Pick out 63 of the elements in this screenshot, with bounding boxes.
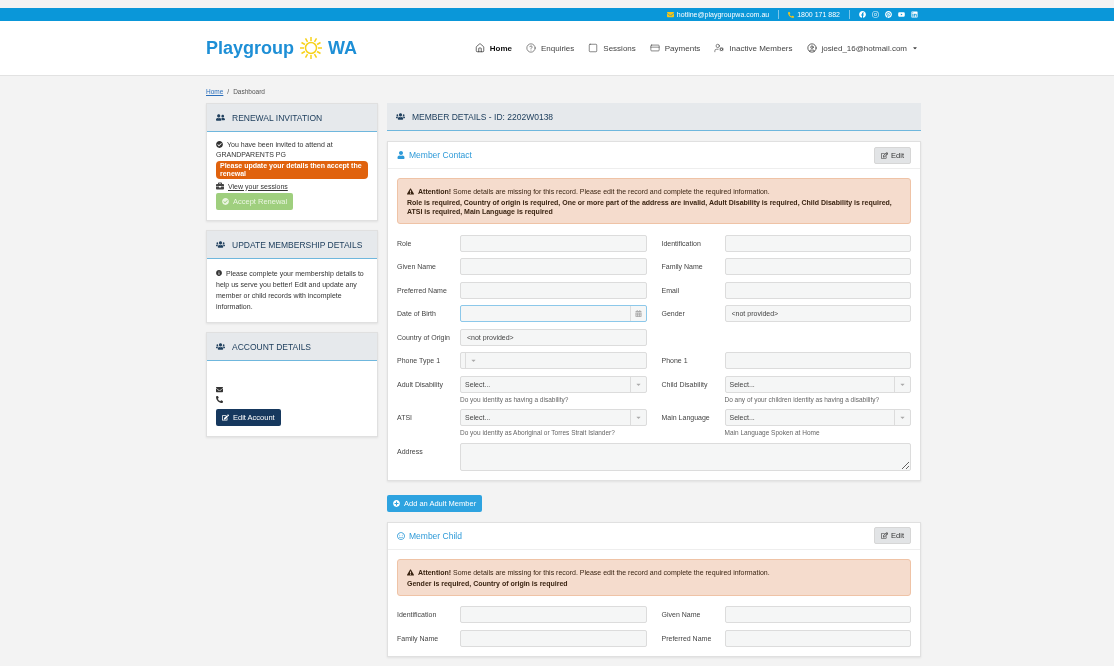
caret-icon	[912, 45, 918, 51]
card-title: RENEWAL INVITATION	[232, 112, 323, 123]
people-icon	[216, 240, 225, 249]
text-field[interactable]	[724, 606, 911, 623]
address-field[interactable]	[460, 442, 911, 471]
sun-logo-icon	[297, 36, 325, 60]
briefcase-icon	[216, 182, 224, 190]
section-title: Member Child	[409, 530, 462, 541]
nav-link[interactable]: Inactive Members	[714, 43, 793, 53]
facebook-icon[interactable]	[859, 11, 866, 18]
text-field[interactable]	[460, 258, 647, 275]
people-icon	[396, 112, 405, 121]
plus-icon	[393, 499, 400, 507]
person-icon	[397, 151, 405, 159]
user-icon	[806, 43, 817, 53]
warning-icon	[407, 188, 414, 195]
user-menu[interactable]: josied_16@hotmail.com	[806, 43, 918, 53]
edit-icon	[222, 414, 229, 421]
logo-text[interactable]: WA	[328, 37, 357, 59]
section-title: Member Contact	[409, 150, 472, 160]
edit-icon	[881, 151, 889, 159]
card-icon	[649, 43, 660, 53]
text-field[interactable]	[460, 606, 647, 623]
youtube-icon[interactable]	[898, 11, 905, 18]
info-icon	[216, 270, 222, 276]
caret-icon	[899, 414, 906, 421]
linkedin-icon[interactable]	[911, 11, 918, 18]
warning-icon	[407, 568, 414, 576]
text-field[interactable]	[724, 352, 911, 369]
text-field[interactable]	[460, 234, 647, 252]
smiley-icon	[397, 531, 405, 540]
text-field[interactable]	[724, 281, 911, 299]
logo-text[interactable]: Playgroup	[206, 37, 294, 59]
mail-icon	[666, 11, 674, 18]
card-title: ACCOUNT DETAILS	[232, 341, 312, 352]
text-field[interactable]	[460, 281, 647, 299]
people-icon	[216, 113, 225, 122]
nav-link[interactable]: Enquiries	[525, 43, 575, 53]
text-field[interactable]	[724, 234, 911, 252]
user-gear-icon	[714, 43, 725, 53]
home-icon	[474, 43, 485, 53]
help-icon	[525, 43, 536, 53]
check-icon	[222, 198, 229, 205]
text-field[interactable]	[724, 629, 911, 647]
nav-link[interactable]: Home	[474, 43, 512, 53]
phone-icon	[788, 11, 795, 18]
caret-icon	[634, 414, 642, 421]
text-field[interactable]	[724, 258, 911, 275]
edit-icon	[881, 532, 889, 539]
check-icon	[216, 141, 223, 148]
people-icon	[216, 342, 225, 351]
card-title: UPDATE MEMBERSHIP DETAILS	[232, 239, 363, 250]
phone-icon	[216, 396, 223, 403]
nav-link[interactable]: Payments	[649, 43, 701, 53]
caret-icon	[470, 357, 477, 364]
member-details-title: MEMBER DETAILS - ID: 2202W0138	[412, 111, 554, 122]
text-field[interactable]	[460, 629, 647, 647]
mail-icon	[216, 386, 223, 393]
nav-link[interactable]: Sessions	[588, 43, 636, 53]
date-field[interactable]	[460, 305, 647, 322]
pinterest-icon[interactable]	[885, 11, 892, 18]
select-field[interactable]	[460, 352, 647, 369]
instagram-icon[interactable]	[872, 11, 879, 18]
